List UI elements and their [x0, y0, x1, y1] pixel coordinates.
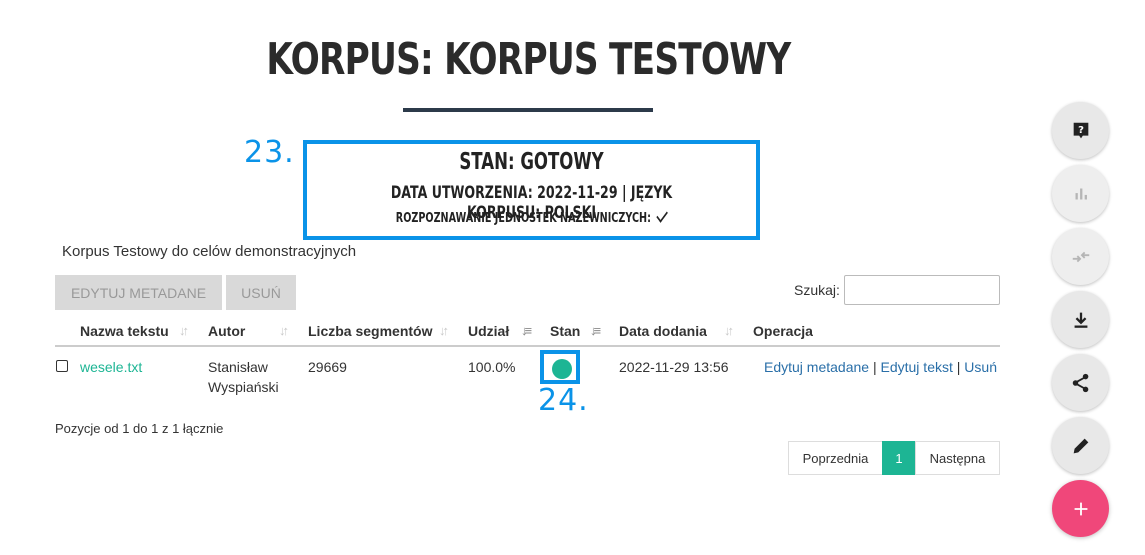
row-operations: Edytuj metadane | Edytuj tekst | Usuń [764, 359, 997, 375]
edit-metadata-button[interactable]: EDYTUJ METADANE [55, 275, 222, 310]
annotation-number-24: 24. [538, 383, 589, 418]
table-info: Pozycje od 1 do 1 z 1 łącznie [55, 421, 224, 436]
column-header-state[interactable]: Stan [550, 323, 580, 339]
page-title: KORPUS: KORPUS TESTOWY [266, 34, 791, 85]
previous-page-button[interactable]: Poprzednia [788, 441, 883, 475]
annotation-number-23: 23. [244, 135, 295, 170]
date-added: 2022-11-29 13:56 [619, 359, 729, 375]
column-header-share[interactable]: Udział [468, 323, 509, 339]
corpus-description: Korpus Testowy do celów demonstracyjnych [62, 243, 357, 260]
plus-icon [1074, 502, 1087, 515]
share-icon [1072, 373, 1088, 392]
table-header: Nazwa tekstu ↓↑ Autor ↓↑ Liczba segmentó… [55, 317, 1000, 347]
sort-icon[interactable]: ↓≡ [590, 323, 601, 338]
state-ready-icon [552, 359, 572, 379]
corpus-state: STAN: GOTOWY [459, 149, 604, 175]
compare-icon [1072, 251, 1089, 262]
search-label: Szukaj: [794, 282, 840, 298]
delete-link[interactable]: Usuń [964, 359, 997, 375]
column-header-segments[interactable]: Liczba segmentów [308, 323, 432, 339]
edit-metadata-link[interactable]: Edytuj metadane [764, 359, 869, 375]
sort-icon[interactable]: ↓≡ [521, 323, 532, 338]
row-checkbox[interactable] [56, 360, 68, 372]
chart-icon [1075, 188, 1087, 199]
next-page-button[interactable]: Następna [915, 441, 1000, 475]
ner-status: ROZPOZNAWANIE JEDNOSTEK NAZEWNICZYCH: [365, 207, 697, 226]
corpus-status-panel: STAN: GOTOWY DATA UTWORZENIA: 2022-11-29… [303, 140, 760, 240]
title-divider [403, 108, 653, 112]
column-header-name[interactable]: Nazwa tekstu [80, 323, 169, 339]
help-icon: ? [1073, 122, 1088, 138]
segment-count: 29669 [308, 359, 347, 375]
author-first-name: Stanisław [208, 359, 268, 375]
sort-icon[interactable]: ↓↑ [439, 323, 449, 338]
sort-icon[interactable]: ↓↑ [279, 323, 289, 338]
download-icon [1074, 312, 1087, 328]
author-last-name: Wyspiański [208, 379, 279, 395]
help-button[interactable]: ? [1052, 102, 1109, 159]
edit-button[interactable] [1052, 417, 1109, 474]
state-annotation-box [540, 350, 580, 384]
share-value: 100.0% [468, 359, 516, 375]
column-header-operation: Operacja [753, 323, 813, 339]
download-button[interactable] [1052, 291, 1109, 348]
page-1-button[interactable]: 1 [882, 441, 916, 475]
delete-button[interactable]: USUŃ [226, 275, 296, 310]
pencil-icon [1073, 438, 1088, 453]
column-header-author[interactable]: Autor [208, 323, 245, 339]
edit-text-link[interactable]: Edytuj tekst [881, 359, 953, 375]
text-name-link[interactable]: wesele.txt [80, 357, 142, 377]
sort-icon[interactable]: ↓↑ [179, 323, 189, 338]
share-button[interactable] [1052, 354, 1109, 411]
search-input[interactable] [844, 275, 1000, 305]
compare-button[interactable] [1052, 228, 1109, 285]
column-header-date[interactable]: Data dodania [619, 323, 707, 339]
statistics-button[interactable] [1052, 165, 1109, 222]
svg-text:?: ? [1078, 124, 1084, 135]
add-button[interactable] [1052, 480, 1109, 537]
ner-label: ROZPOZNAWANIE JEDNOSTEK NAZEWNICZYCH: [395, 211, 651, 226]
sort-icon[interactable]: ↓↑ [724, 323, 734, 338]
